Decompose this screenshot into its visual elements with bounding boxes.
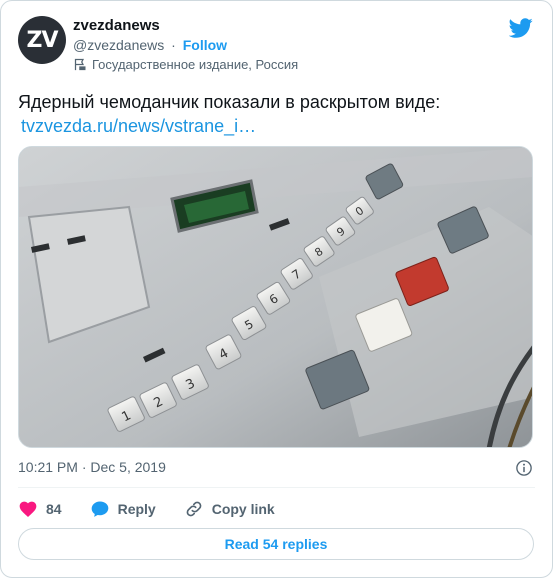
- tweet-timestamp[interactable]: 10:21 PM · Dec 5, 2019: [18, 459, 166, 475]
- copy-link-button[interactable]: Copy link: [184, 499, 275, 519]
- heart-icon: [19, 501, 37, 517]
- tweet-card: ZV zvezdanews @zvezdanews · Follow Госуд…: [0, 0, 553, 578]
- like-button[interactable]: 84: [18, 499, 62, 519]
- read-replies-button[interactable]: Read 54 replies: [18, 528, 534, 560]
- author-handle[interactable]: @zvezdanews: [73, 37, 164, 53]
- link-icon: [186, 501, 202, 517]
- twitter-bird-icon[interactable]: [509, 16, 533, 40]
- action-bar: 84 Reply Copy link: [18, 497, 303, 521]
- copy-link-label: Copy link: [211, 501, 275, 517]
- tweet-link[interactable]: tvzvezda.ru/news/vstrane_i…: [21, 114, 538, 138]
- affiliation-text: Государственное издание, Россия: [92, 57, 299, 72]
- tweet-text: Ядерный чемоданчик показали в раскрытом …: [18, 90, 538, 138]
- media-illustration: 1 2 3 4 5 6 7 8 9 0: [19, 147, 532, 447]
- author-name[interactable]: zvezdanews: [73, 17, 160, 34]
- state-media-flag-icon: [74, 58, 86, 71]
- tweet-body: Ядерный чемоданчик показали в раскрытом …: [18, 92, 441, 112]
- avatar[interactable]: ZV: [18, 16, 66, 64]
- reply-button[interactable]: Reply: [90, 499, 156, 519]
- reply-label: Reply: [117, 501, 156, 517]
- like-count: 84: [46, 501, 62, 517]
- follow-button[interactable]: Follow: [183, 37, 227, 53]
- separator-dot: ·: [171, 37, 176, 53]
- avatar-text: ZV: [26, 27, 59, 53]
- handle-row: @zvezdanews · Follow: [73, 37, 227, 53]
- reply-bubble-icon: [91, 501, 108, 517]
- info-icon[interactable]: [515, 459, 533, 477]
- divider: [18, 487, 535, 488]
- tweet-media-image[interactable]: 1 2 3 4 5 6 7 8 9 0: [18, 146, 533, 448]
- affiliation-label: Государственное издание, Россия: [73, 57, 298, 72]
